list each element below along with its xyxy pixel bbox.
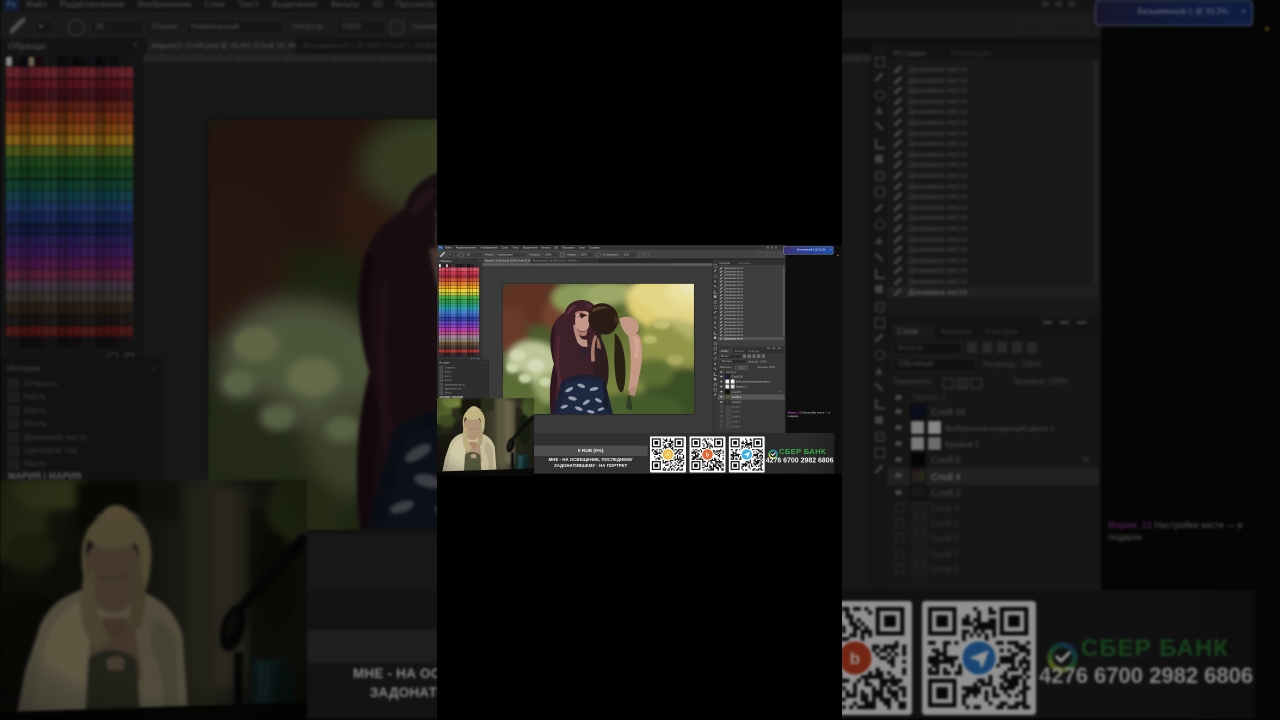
svg-text:b: b xyxy=(850,649,860,668)
svg-text:D: D xyxy=(666,452,669,457)
